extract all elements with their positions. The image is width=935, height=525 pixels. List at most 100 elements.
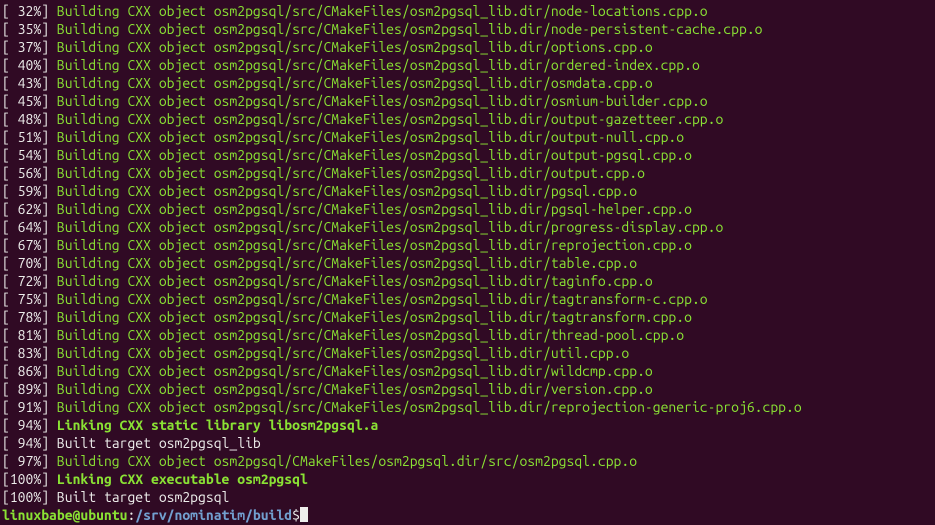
bracket-open: [	[2, 147, 10, 163]
bracket-open: [	[2, 381, 10, 397]
output-line: [ 35%] Building CXX object osm2pgsql/src…	[2, 20, 933, 38]
bracket-open: [	[2, 273, 10, 289]
progress-percent: 67%	[10, 237, 41, 253]
output-line: [ 62%] Building CXX object osm2pgsql/src…	[2, 200, 933, 218]
build-message: Building CXX object osm2pgsql/src/CMakeF…	[57, 291, 708, 307]
bracket-close: ]	[41, 237, 57, 253]
build-message: Building CXX object osm2pgsql/src/CMakeF…	[57, 309, 692, 325]
plain-message: Built target osm2pgsql	[57, 489, 229, 505]
progress-percent: 81%	[10, 327, 41, 343]
bracket-close: ]	[41, 417, 57, 433]
build-message: Building CXX object osm2pgsql/src/CMakeF…	[57, 165, 645, 181]
output-line: [ 37%] Building CXX object osm2pgsql/src…	[2, 38, 933, 56]
link-message: Linking CXX static library libosm2pgsql.…	[57, 417, 378, 433]
build-message: Building CXX object osm2pgsql/src/CMakeF…	[57, 399, 802, 415]
bracket-close: ]	[41, 201, 57, 217]
build-message: Building CXX object osm2pgsql/src/CMakeF…	[57, 21, 763, 37]
output-line: [ 75%] Building CXX object osm2pgsql/src…	[2, 290, 933, 308]
output-line: [ 32%] Building CXX object osm2pgsql/src…	[2, 2, 933, 20]
bracket-open: [	[2, 291, 10, 307]
output-line: [ 83%] Building CXX object osm2pgsql/src…	[2, 344, 933, 362]
prompt-line[interactable]: linuxbabe@ubuntu:/srv/nominatim/build$	[2, 506, 933, 524]
progress-percent: 83%	[10, 345, 41, 361]
bracket-close: ]	[41, 129, 57, 145]
progress-percent: 56%	[10, 165, 41, 181]
bracket-open: [	[2, 363, 10, 379]
terminal-output[interactable]: [ 32%] Building CXX object osm2pgsql/src…	[0, 0, 935, 525]
progress-percent: 40%	[10, 57, 41, 73]
build-message: Building CXX object osm2pgsql/src/CMakeF…	[57, 327, 684, 343]
bracket-close: ]	[41, 309, 57, 325]
prompt-user: linuxbabe@ubuntu	[2, 507, 127, 523]
progress-percent: 100%	[10, 489, 41, 505]
bracket-open: [	[2, 453, 10, 469]
progress-percent: 78%	[10, 309, 41, 325]
link-message: Linking CXX executable osm2pgsql	[57, 471, 308, 487]
bracket-close: ]	[41, 471, 57, 487]
output-line: [ 78%] Building CXX object osm2pgsql/src…	[2, 308, 933, 326]
build-message: Building CXX object osm2pgsql/src/CMakeF…	[57, 57, 700, 73]
progress-percent: 70%	[10, 255, 41, 271]
bracket-open: [	[2, 345, 10, 361]
output-line: [ 43%] Building CXX object osm2pgsql/src…	[2, 74, 933, 92]
output-line: [ 89%] Building CXX object osm2pgsql/src…	[2, 380, 933, 398]
bracket-close: ]	[41, 273, 57, 289]
build-message: Building CXX object osm2pgsql/src/CMakeF…	[57, 255, 637, 271]
progress-percent: 48%	[10, 111, 41, 127]
output-line: [ 72%] Building CXX object osm2pgsql/src…	[2, 272, 933, 290]
bracket-close: ]	[41, 183, 57, 199]
bracket-open: [	[2, 489, 10, 505]
bracket-close: ]	[41, 147, 57, 163]
output-line: [ 94%] Built target osm2pgsql_lib	[2, 434, 933, 452]
output-line: [ 67%] Building CXX object osm2pgsql/src…	[2, 236, 933, 254]
bracket-open: [	[2, 39, 10, 55]
progress-percent: 35%	[10, 21, 41, 37]
output-line: [ 54%] Building CXX object osm2pgsql/src…	[2, 146, 933, 164]
output-line: [ 56%] Building CXX object osm2pgsql/src…	[2, 164, 933, 182]
bracket-close: ]	[41, 57, 57, 73]
bracket-open: [	[2, 471, 10, 487]
output-line: [ 59%] Building CXX object osm2pgsql/src…	[2, 182, 933, 200]
progress-percent: 59%	[10, 183, 41, 199]
bracket-open: [	[2, 417, 10, 433]
progress-percent: 37%	[10, 39, 41, 55]
build-message: Building CXX object osm2pgsql/src/CMakeF…	[57, 75, 653, 91]
bracket-open: [	[2, 309, 10, 325]
progress-percent: 94%	[10, 435, 41, 451]
bracket-close: ]	[41, 327, 57, 343]
progress-percent: 45%	[10, 93, 41, 109]
build-message: Building CXX object osm2pgsql/src/CMakeF…	[57, 39, 653, 55]
bracket-close: ]	[41, 21, 57, 37]
bracket-close: ]	[41, 93, 57, 109]
progress-percent: 64%	[10, 219, 41, 235]
bracket-close: ]	[41, 219, 57, 235]
bracket-open: [	[2, 327, 10, 343]
build-message: Building CXX object osm2pgsql/src/CMakeF…	[57, 111, 723, 127]
prompt-path: /srv/nominatim/build	[135, 507, 292, 523]
build-message: Building CXX object osm2pgsql/src/CMakeF…	[57, 129, 684, 145]
build-message: Building CXX object osm2pgsql/src/CMakeF…	[57, 201, 692, 217]
bracket-close: ]	[41, 111, 57, 127]
build-message: Building CXX object osm2pgsql/src/CMakeF…	[57, 3, 708, 19]
bracket-open: [	[2, 93, 10, 109]
bracket-close: ]	[41, 453, 57, 469]
bracket-open: [	[2, 183, 10, 199]
output-line: [ 86%] Building CXX object osm2pgsql/src…	[2, 362, 933, 380]
progress-percent: 43%	[10, 75, 41, 91]
output-line: [100%] Linking CXX executable osm2pgsql	[2, 470, 933, 488]
bracket-close: ]	[41, 399, 57, 415]
build-message: Building CXX object osm2pgsql/src/CMakeF…	[57, 147, 692, 163]
bracket-open: [	[2, 237, 10, 253]
bracket-close: ]	[41, 75, 57, 91]
bracket-open: [	[2, 57, 10, 73]
progress-percent: 91%	[10, 399, 41, 415]
bracket-open: [	[2, 201, 10, 217]
build-message: Building CXX object osm2pgsql/src/CMakeF…	[57, 345, 629, 361]
bracket-close: ]	[41, 363, 57, 379]
bracket-open: [	[2, 165, 10, 181]
bracket-open: [	[2, 129, 10, 145]
bracket-open: [	[2, 75, 10, 91]
build-message: Building CXX object osm2pgsql/src/CMakeF…	[57, 183, 637, 199]
output-line: [ 40%] Building CXX object osm2pgsql/src…	[2, 56, 933, 74]
bracket-close: ]	[41, 165, 57, 181]
